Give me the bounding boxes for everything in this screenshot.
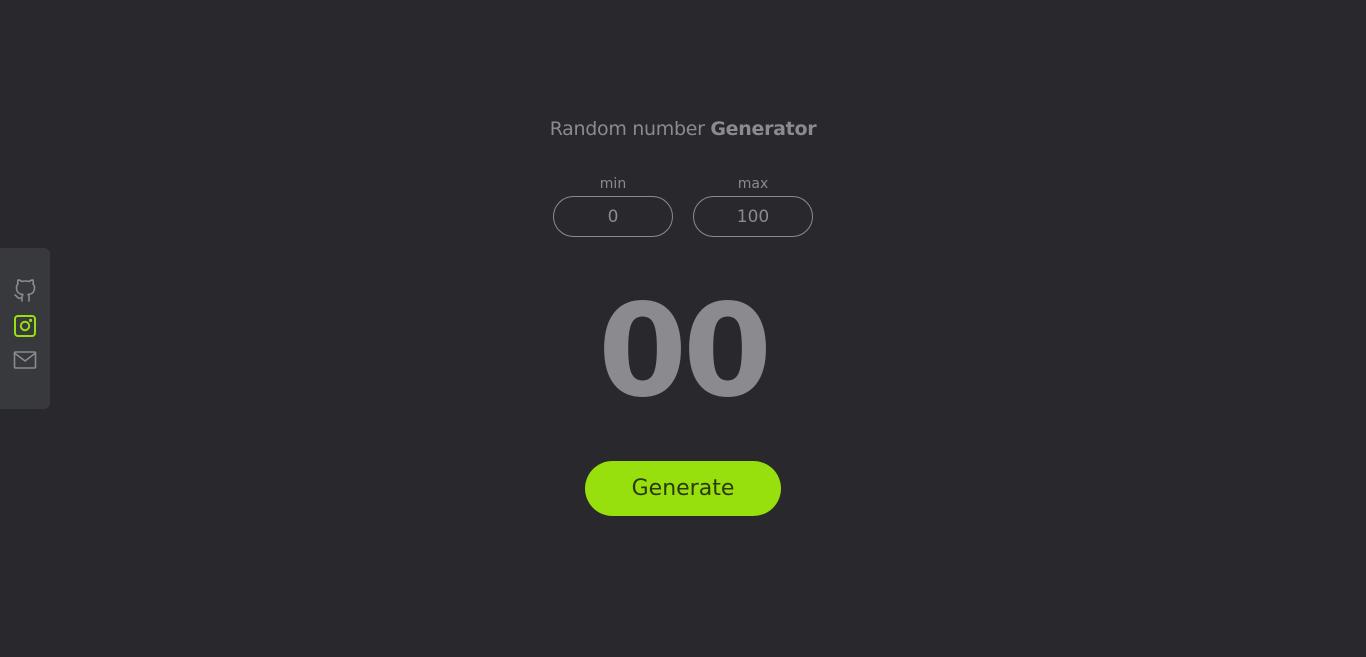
- page: Random number Generator min max 00 Gener…: [0, 0, 1366, 657]
- social-sidebar: [0, 248, 50, 409]
- max-input[interactable]: [693, 196, 813, 237]
- max-label: max: [737, 176, 769, 192]
- min-input[interactable]: [553, 196, 673, 237]
- instagram-link[interactable]: [13, 314, 37, 338]
- generate-button[interactable]: Generate: [585, 461, 781, 516]
- title-bold: Generator: [710, 118, 817, 140]
- min-field-group: min: [553, 174, 673, 237]
- mail-icon: [13, 351, 37, 369]
- max-field-group: max: [693, 174, 813, 237]
- github-icon: [14, 279, 36, 302]
- mail-link[interactable]: [13, 348, 37, 372]
- instagram-icon: [14, 315, 36, 337]
- github-link[interactable]: [13, 279, 37, 303]
- title-regular: Random number: [549, 118, 711, 140]
- min-label: min: [599, 176, 627, 192]
- page-title: Random number Generator: [0, 118, 1366, 140]
- random-number-display: 00: [597, 277, 772, 426]
